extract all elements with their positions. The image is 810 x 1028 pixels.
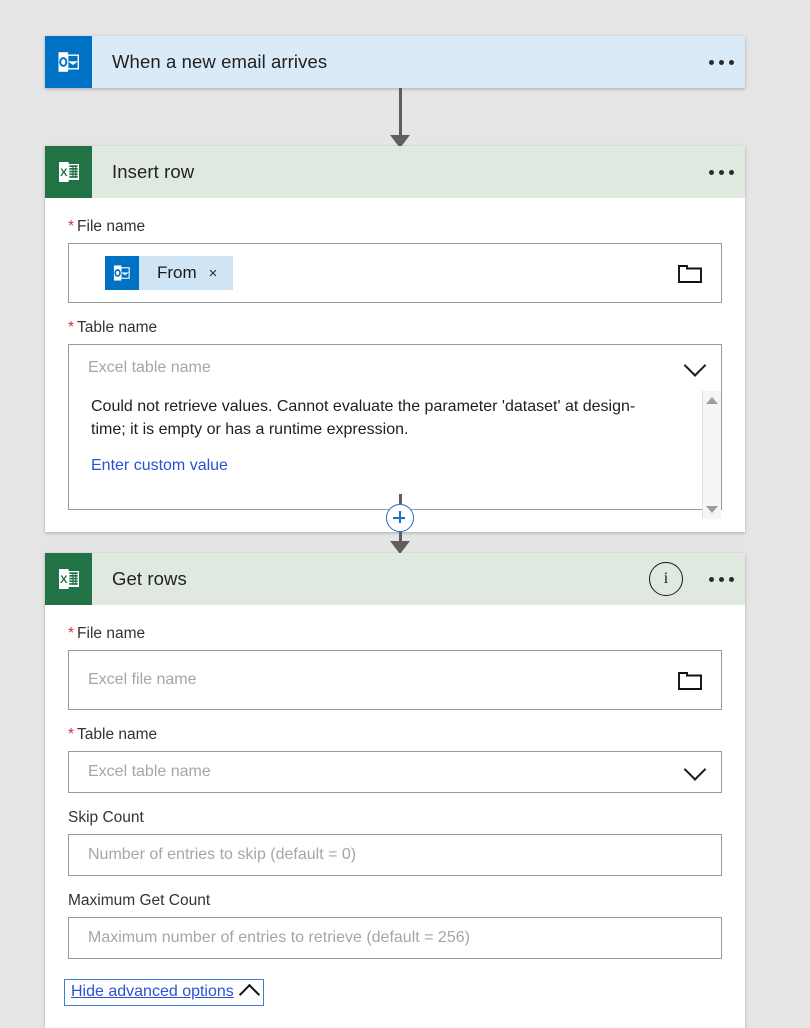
connector-line: [398, 531, 402, 541]
get-rows-max-get-count-input[interactable]: Maximum number of entries to retrieve (d…: [68, 917, 722, 959]
outlook-icon: [105, 256, 139, 290]
folder-icon[interactable]: [677, 669, 703, 691]
scroll-up-arrow-icon[interactable]: [706, 397, 718, 404]
chevron-up-icon: [238, 983, 260, 1006]
field-label-text: File name: [77, 218, 146, 235]
hide-advanced-options-button[interactable]: Hide advanced options: [64, 979, 264, 1006]
trigger-card[interactable]: When a new email arrives: [45, 36, 745, 88]
get-rows-max-get-count-label: Maximum Get Count: [68, 892, 211, 909]
insert-row-file-name-input[interactable]: From ×: [68, 243, 722, 303]
ellipsis-icon[interactable]: [697, 146, 745, 198]
required-asterisk: *: [68, 319, 75, 336]
info-icon[interactable]: i: [649, 562, 683, 596]
insert-row-card[interactable]: X Insert row * File name From × * Table …: [45, 146, 745, 532]
trigger-header-actions: [697, 36, 745, 88]
insert-row-table-name-field: * Table name Excel table name Could not r…: [68, 319, 722, 519]
field-label-text: Table name: [77, 319, 158, 336]
combo-error-message: Could not retrieve values. Cannot evalua…: [91, 398, 636, 439]
chevron-down-icon[interactable]: [683, 354, 707, 377]
get-rows-skip-count-input[interactable]: Number of entries to skip (default = 0): [68, 834, 722, 876]
insert-row-card-header[interactable]: X Insert row: [45, 146, 745, 198]
table-name-placeholder: Excel table name: [88, 359, 211, 376]
get-rows-max-get-count-field: Maximum Get Count Maximum number of entr…: [68, 892, 722, 959]
enter-custom-value-link[interactable]: Enter custom value: [91, 457, 228, 475]
get-rows-skip-count-label: Skip Count: [68, 809, 144, 826]
table-name-placeholder: Excel table name: [88, 763, 211, 780]
ellipsis-icon[interactable]: [697, 36, 745, 88]
get-rows-card[interactable]: X Get rows i *File name Excel file name: [45, 553, 745, 1028]
hide-advanced-options-label: Hide advanced options: [71, 983, 234, 1000]
insert-row-header-actions: [697, 146, 745, 198]
insert-row-card-body: * File name From × * Table name Excel ta…: [45, 198, 745, 532]
get-rows-table-name-input[interactable]: Excel table name: [68, 751, 722, 793]
outlook-icon: [45, 36, 92, 88]
max-get-count-placeholder: Maximum number of entries to retrieve (d…: [88, 929, 470, 946]
svg-text:X: X: [60, 167, 68, 179]
get-rows-skip-count-field: Skip Count Number of entries to skip (de…: [68, 809, 722, 876]
table-name-input[interactable]: Excel table name: [69, 345, 721, 391]
insert-row-table-name-label: * Table name: [68, 319, 722, 337]
svg-text:X: X: [60, 574, 68, 586]
get-rows-header-actions: i: [649, 553, 745, 605]
connector-trigger-to-insert-row: [390, 88, 410, 148]
get-rows-title: Get rows: [112, 568, 187, 589]
get-rows-table-name-label: * Table name: [68, 726, 722, 744]
folder-icon[interactable]: [677, 262, 703, 284]
trigger-card-header[interactable]: When a new email arrives: [45, 36, 745, 88]
insert-row-file-name-field: * File name From ×: [68, 218, 722, 303]
results-scrollbar[interactable]: [702, 391, 721, 519]
dynamic-content-token[interactable]: From ×: [105, 256, 234, 290]
required-asterisk: *: [68, 218, 75, 235]
connector-insert-row-to-get-rows: [386, 494, 414, 554]
get-rows-file-name-input[interactable]: Excel file name: [68, 650, 722, 710]
chevron-down-icon[interactable]: [683, 758, 707, 781]
excel-icon: X: [45, 553, 92, 605]
connector-line: [398, 88, 402, 135]
field-label-text: Table name: [77, 726, 158, 743]
close-icon[interactable]: ×: [209, 266, 234, 281]
get-rows-file-name-field: * File name Excel file name: [68, 625, 722, 710]
required-asterisk: *: [68, 625, 75, 642]
excel-icon: X: [45, 146, 92, 198]
insert-row-title: Insert row: [112, 161, 195, 182]
table-name-results-panel: Could not retrieve values. Cannot evalua…: [69, 391, 721, 519]
get-rows-card-header[interactable]: X Get rows i: [45, 553, 745, 605]
field-label-text: File name: [77, 625, 146, 642]
file-name-placeholder: Excel file name: [88, 671, 197, 688]
insert-row-file-name-label: * File name: [68, 218, 722, 236]
insert-row-table-name-combobox[interactable]: Excel table name Could not retrieve valu…: [68, 344, 722, 519]
skip-count-placeholder: Number of entries to skip (default = 0): [88, 846, 357, 863]
scroll-down-arrow-icon[interactable]: [706, 506, 718, 513]
required-asterisk: *: [68, 726, 75, 743]
advanced-options-row: Hide advanced options: [64, 975, 722, 1006]
flow-designer-canvas: When a new email arrives X Insert row * …: [0, 0, 810, 1028]
get-rows-file-name-label: * File name: [68, 625, 722, 643]
ellipsis-icon[interactable]: [697, 553, 745, 605]
get-rows-table-name-field: * Table name Excel table name: [68, 726, 722, 793]
token-label: From: [157, 263, 197, 282]
get-rows-card-body: *File name Excel file name *Table name: [45, 605, 745, 1028]
add-step-button[interactable]: [386, 503, 414, 532]
connector-line: [398, 494, 402, 504]
trigger-title: When a new email arrives: [112, 51, 328, 72]
